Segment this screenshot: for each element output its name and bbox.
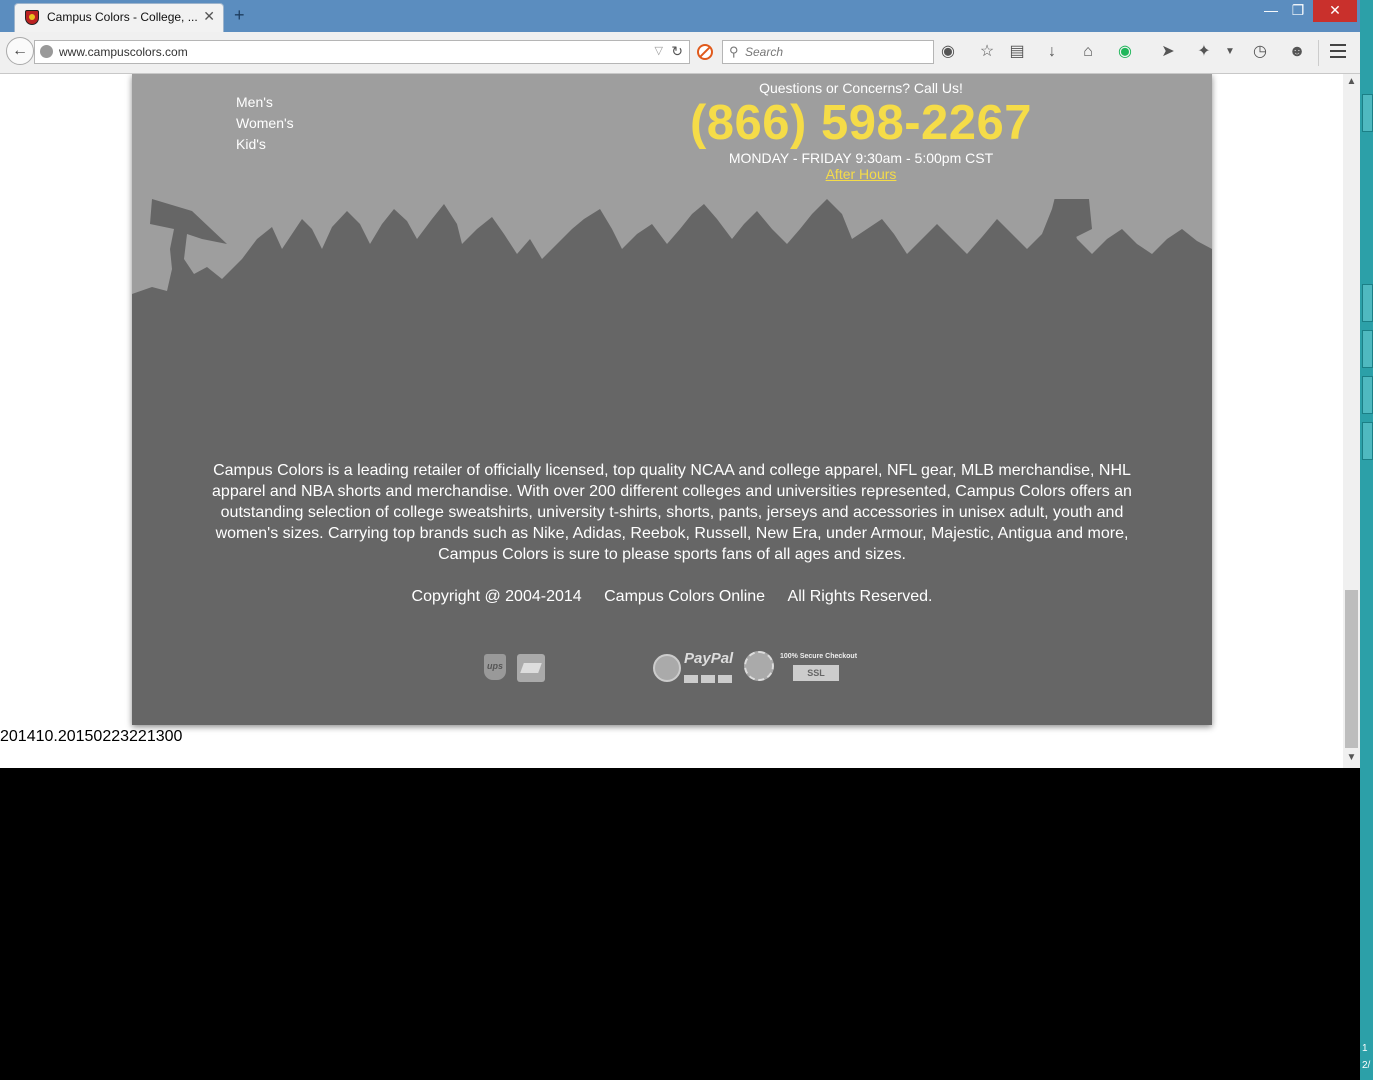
bookmark-star-icon[interactable]: ☆	[977, 42, 997, 62]
taskbar-app-icon[interactable]	[1362, 94, 1373, 132]
footer-link-mens[interactable]: Men's	[236, 92, 294, 113]
footer-menu: Men's Women's Kid's	[236, 92, 294, 155]
copyright-company: Campus Colors Online	[604, 588, 766, 605]
browser-navbar: ← www.campuscolors.com ▽ ↻ ⚲ Search ◉ ☆ …	[0, 32, 1360, 74]
browser-tab[interactable]: Campus Colors - College, ... ✕	[14, 3, 224, 32]
contact-block: Questions or Concerns? Call Us! (866) 59…	[680, 80, 1042, 184]
authorize-net-seal-icon	[744, 651, 774, 681]
site-footer: Men's Women's Kid's Questions or Concern…	[132, 74, 1212, 725]
send-icon[interactable]: ➤	[1158, 42, 1178, 62]
taskbar-time: 1	[1362, 1043, 1368, 1054]
toolbar-separator	[1318, 40, 1319, 66]
taskbar-date: 2/	[1362, 1060, 1371, 1071]
footer-link-womens[interactable]: Women's	[236, 113, 294, 134]
download-icon[interactable]: ↓	[1042, 42, 1062, 62]
grammarly-icon[interactable]: ◉	[1115, 42, 1135, 62]
globe-icon[interactable]: ◉	[938, 42, 958, 62]
search-placeholder: Search	[745, 45, 784, 59]
new-tab-button[interactable]: +	[234, 5, 245, 26]
noscript-icon[interactable]	[697, 44, 713, 60]
back-arrow-icon: ←	[12, 42, 28, 59]
build-id: 201410.20150223221300	[0, 728, 183, 745]
copyright-line: Copyright @ 2004-2014 Campus Colors Onli…	[132, 588, 1212, 606]
credit-cards-icon	[684, 670, 738, 683]
trust-seal-icon	[653, 654, 681, 682]
search-icon: ⚲	[729, 44, 739, 59]
url-text: www.campuscolors.com	[59, 45, 188, 59]
contact-prompt: Questions or Concerns? Call Us!	[759, 80, 963, 96]
ups-logo-icon: ups	[484, 654, 506, 680]
footer-link-kids[interactable]: Kid's	[236, 134, 294, 155]
os-taskbar	[1360, 0, 1373, 1080]
paypal-logo: PayPal	[684, 650, 734, 667]
menu-icon[interactable]	[1330, 44, 1346, 62]
phone-number: (866) 598-2267	[689, 96, 1033, 150]
scroll-up-arrow-icon[interactable]: ▲	[1343, 76, 1360, 87]
url-history-dropdown-icon[interactable]: ▽	[655, 44, 663, 57]
crowd-silhouette	[132, 199, 1212, 419]
copyright-rights: All Rights Reserved.	[787, 588, 933, 605]
browser-titlebar: Campus Colors - College, ... ✕ + — ❐ ✕	[0, 0, 1360, 32]
search-bar[interactable]: ⚲ Search	[722, 40, 934, 64]
extension-dropdown-icon[interactable]: ▼	[1220, 42, 1240, 62]
tab-close-icon[interactable]: ✕	[203, 8, 215, 25]
tab-title: Campus Colors - College, ...	[47, 10, 197, 24]
scroll-down-arrow-icon[interactable]: ▼	[1343, 752, 1360, 763]
window-maximize-button[interactable]: ❐	[1285, 0, 1311, 22]
back-button[interactable]: ←	[6, 37, 34, 65]
copyright-years: Copyright @ 2004-2014	[411, 588, 582, 605]
ssl-badge: SSL	[793, 665, 839, 681]
business-hours: MONDAY - FRIDAY 9:30am - 5:00pm CST	[728, 150, 994, 166]
taskbar-clock[interactable]: 1 2/	[1362, 1040, 1370, 1074]
history-icon[interactable]: ◷	[1250, 42, 1270, 62]
reading-list-icon[interactable]: ▤	[1007, 42, 1027, 62]
window-close-button[interactable]: ✕	[1313, 0, 1357, 22]
chat-icon[interactable]: ☻	[1287, 42, 1307, 62]
extension-icon[interactable]: ✦	[1194, 42, 1214, 62]
window-minimize-button[interactable]: —	[1258, 0, 1284, 22]
after-hours-link[interactable]: After Hours	[826, 166, 897, 182]
taskbar-app-icon[interactable]	[1362, 422, 1373, 460]
scrollbar-thumb[interactable]	[1345, 590, 1358, 748]
usps-logo-icon	[517, 654, 545, 682]
home-icon[interactable]: ⌂	[1078, 42, 1098, 62]
taskbar-app-icon[interactable]	[1362, 330, 1373, 368]
taskbar-app-icon[interactable]	[1362, 284, 1373, 322]
reload-icon[interactable]: ↻	[671, 43, 683, 60]
company-description: Campus Colors is a leading retailer of o…	[212, 462, 1132, 563]
page-scrollbar[interactable]: ▲ ▼	[1343, 74, 1360, 768]
site-identity-icon[interactable]	[40, 45, 53, 58]
address-bar[interactable]: www.campuscolors.com ▽ ↻	[34, 40, 690, 64]
secure-checkout-label: 100% Secure Checkout	[780, 653, 858, 660]
taskbar-app-icon[interactable]	[1362, 376, 1373, 414]
shield-favicon-icon	[25, 10, 39, 25]
page-viewport: Men's Women's Kid's Questions or Concern…	[0, 74, 1360, 768]
